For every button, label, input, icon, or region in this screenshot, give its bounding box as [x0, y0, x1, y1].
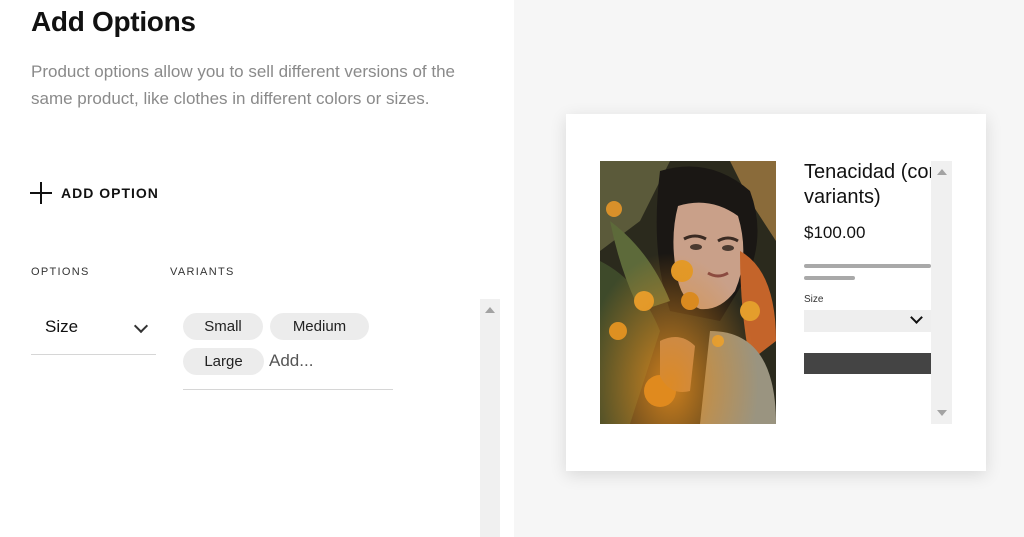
option-name-value: Size [45, 317, 79, 336]
product-title: Tenacidad (con variants) [804, 161, 940, 208]
variant-chip-large[interactable]: Large [183, 348, 264, 375]
scroll-up-arrow-icon[interactable] [485, 307, 495, 313]
options-panel: Add Options Product options allow you to… [0, 0, 514, 537]
preview-area: Tenacidad (con variants) $100.00 Size [514, 0, 1024, 537]
size-select[interactable] [804, 310, 931, 332]
preview-scrollbar[interactable] [931, 161, 952, 424]
variant-chip-small[interactable]: Small [183, 313, 263, 340]
option-name-select[interactable]: Size [31, 305, 156, 355]
add-variant-input[interactable] [269, 349, 379, 373]
chevron-down-icon [910, 311, 923, 324]
plus-icon [30, 182, 52, 204]
chevron-down-icon [133, 318, 149, 334]
variants-column-header: VARIANTS [170, 266, 235, 278]
add-to-cart-button[interactable] [804, 353, 931, 374]
options-column-header: OPTIONS [31, 266, 90, 278]
description-placeholder-line [804, 264, 931, 268]
variants-field: Small Medium Large [183, 313, 393, 390]
product-image [600, 161, 776, 424]
size-select-label: Size [804, 294, 824, 305]
add-option-label: ADD OPTION [61, 185, 159, 201]
add-option-button[interactable]: ADD OPTION [30, 181, 159, 205]
panel-scrollbar[interactable] [480, 299, 500, 537]
product-preview-card: Tenacidad (con variants) $100.00 Size [566, 114, 986, 471]
variant-chip-medium[interactable]: Medium [270, 313, 369, 340]
page-description: Product options allow you to sell differ… [31, 62, 455, 108]
description-placeholder-line [804, 276, 855, 280]
scroll-up-arrow-icon[interactable] [937, 169, 947, 175]
scroll-down-arrow-icon[interactable] [937, 410, 947, 416]
product-price: $100.00 [804, 223, 866, 242]
page-title: Add Options [31, 6, 196, 37]
